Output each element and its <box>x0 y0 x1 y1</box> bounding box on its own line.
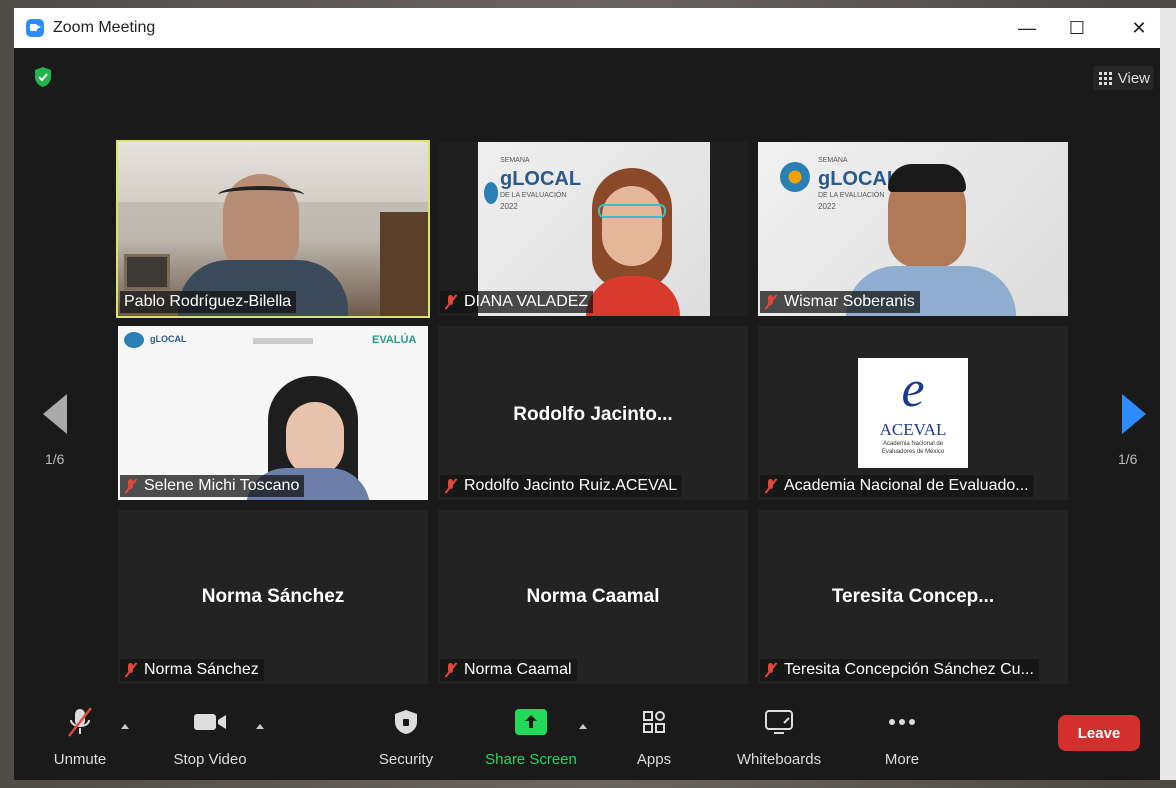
participant-name-tag: Pablo Rodríguez-Bilella <box>120 291 297 313</box>
close-button[interactable]: ✕ <box>1116 8 1160 48</box>
minimize-button[interactable]: — <box>1004 8 1050 48</box>
stop-video-button[interactable]: Stop Video <box>162 700 258 780</box>
video-tile-teresita[interactable]: Teresita Concep... Teresita Concepción S… <box>758 510 1068 684</box>
gallery-grid-icon <box>1098 71 1112 85</box>
video-tile-norma-caamal[interactable]: Norma Caamal Norma Caamal <box>438 510 748 684</box>
whiteboard-icon <box>765 710 793 734</box>
background-window-edge <box>1160 8 1176 780</box>
maximize-button[interactable]: ☐ <box>1054 8 1100 48</box>
unmute-button[interactable]: Unmute <box>44 700 116 780</box>
video-tile-pablo[interactable]: Pablo Rodríguez-Bilella <box>116 140 430 318</box>
participant-name-tag: Selene Michi Toscano <box>120 475 305 497</box>
leave-button[interactable]: Leave <box>1058 715 1140 751</box>
page-indicator-right: 1/6 <box>1118 451 1138 467</box>
title-bar: Zoom Meeting — ☐ ✕ <box>14 8 1160 48</box>
whiteboards-button[interactable]: Whiteboards <box>726 700 832 780</box>
participant-name-tag: Teresita Concepción Sánchez Cu... <box>760 659 1039 681</box>
more-dots-icon <box>889 719 915 725</box>
glocal-logo-text: gLOCAL <box>500 168 582 190</box>
video-tile-norma-sanchez[interactable]: Norma Sánchez Norma Sánchez <box>118 510 428 684</box>
apps-button[interactable]: Apps <box>624 700 684 780</box>
share-screen-button[interactable]: Share Screen <box>476 700 586 780</box>
share-options-caret-icon[interactable] <box>579 724 587 729</box>
muted-mic-icon <box>124 478 137 494</box>
video-tile-rodolfo[interactable]: Rodolfo Jacinto... Rodolfo Jacinto Ruiz.… <box>438 326 748 500</box>
participant-display-name: Norma Sánchez <box>201 586 345 607</box>
muted-microphone-icon <box>68 707 92 737</box>
more-button[interactable]: More <box>872 700 932 780</box>
security-button[interactable]: Security <box>370 700 442 780</box>
participant-display-name: Rodolfo Jacinto... <box>513 404 673 425</box>
page-indicator-left: 1/6 <box>45 451 65 467</box>
view-button[interactable]: View <box>1092 66 1154 90</box>
video-tile-diana[interactable]: gLOCAL SEMANA DE LA EVALUACIÓN 2022 DIAN… <box>438 142 748 316</box>
participant-video: gLOCAL SEMANA DE LA EVALUACIÓN 2022 <box>758 142 1068 316</box>
encryption-shield-icon[interactable] <box>34 66 52 88</box>
participant-name-tag: Norma Sánchez <box>120 659 264 681</box>
participant-video <box>118 142 428 316</box>
video-camera-icon <box>194 714 226 730</box>
participant-name-tag: Rodolfo Jacinto Ruiz.ACEVAL <box>440 475 683 497</box>
video-tile-wismar[interactable]: gLOCAL SEMANA DE LA EVALUACIÓN 2022 Wism… <box>758 142 1068 316</box>
participant-name-tag: Wismar Soberanis <box>760 291 920 313</box>
muted-mic-icon <box>444 662 457 678</box>
window-title: Zoom Meeting <box>53 19 156 36</box>
aceval-logo: e ACEVAL Academia Nacional de Evaluadore… <box>858 358 968 468</box>
muted-mic-icon <box>444 478 457 494</box>
participant-name-tag: DIANA VALADEZ <box>440 291 594 313</box>
muted-mic-icon <box>764 294 777 310</box>
share-screen-icon <box>515 709 547 735</box>
participant-name-tag: Academia Nacional de Evaluado... <box>760 475 1034 497</box>
muted-mic-icon <box>764 662 777 678</box>
apps-icon <box>643 711 665 733</box>
security-shield-icon <box>395 710 417 734</box>
view-label: View <box>1117 69 1150 87</box>
muted-mic-icon <box>764 478 777 494</box>
participant-video: gLOCAL EVALÚA <box>118 326 428 500</box>
muted-mic-icon <box>124 662 137 678</box>
participant-display-name: Norma Caamal <box>526 586 660 607</box>
video-tile-selene[interactable]: gLOCAL EVALÚA Selene Michi Toscano <box>118 326 428 500</box>
video-tile-academia[interactable]: e ACEVAL Academia Nacional de Evaluadore… <box>758 326 1068 500</box>
zoom-app-icon <box>26 19 44 37</box>
audio-options-caret-icon[interactable] <box>121 724 129 729</box>
participant-display-name: Teresita Concep... <box>831 586 995 607</box>
previous-page-arrow-icon[interactable] <box>43 394 67 434</box>
next-page-arrow-icon[interactable] <box>1122 394 1146 434</box>
participant-name-tag: Norma Caamal <box>440 659 577 681</box>
muted-mic-icon <box>444 294 457 310</box>
meeting-toolbar: Unmute Stop Video Security Share Screen … <box>14 700 1160 780</box>
zoom-meeting-window: Zoom Meeting — ☐ ✕ View 1/6 1/6 Pablo Ro… <box>14 8 1160 780</box>
participant-video: gLOCAL SEMANA DE LA EVALUACIÓN 2022 <box>438 142 748 316</box>
video-options-caret-icon[interactable] <box>256 724 264 729</box>
